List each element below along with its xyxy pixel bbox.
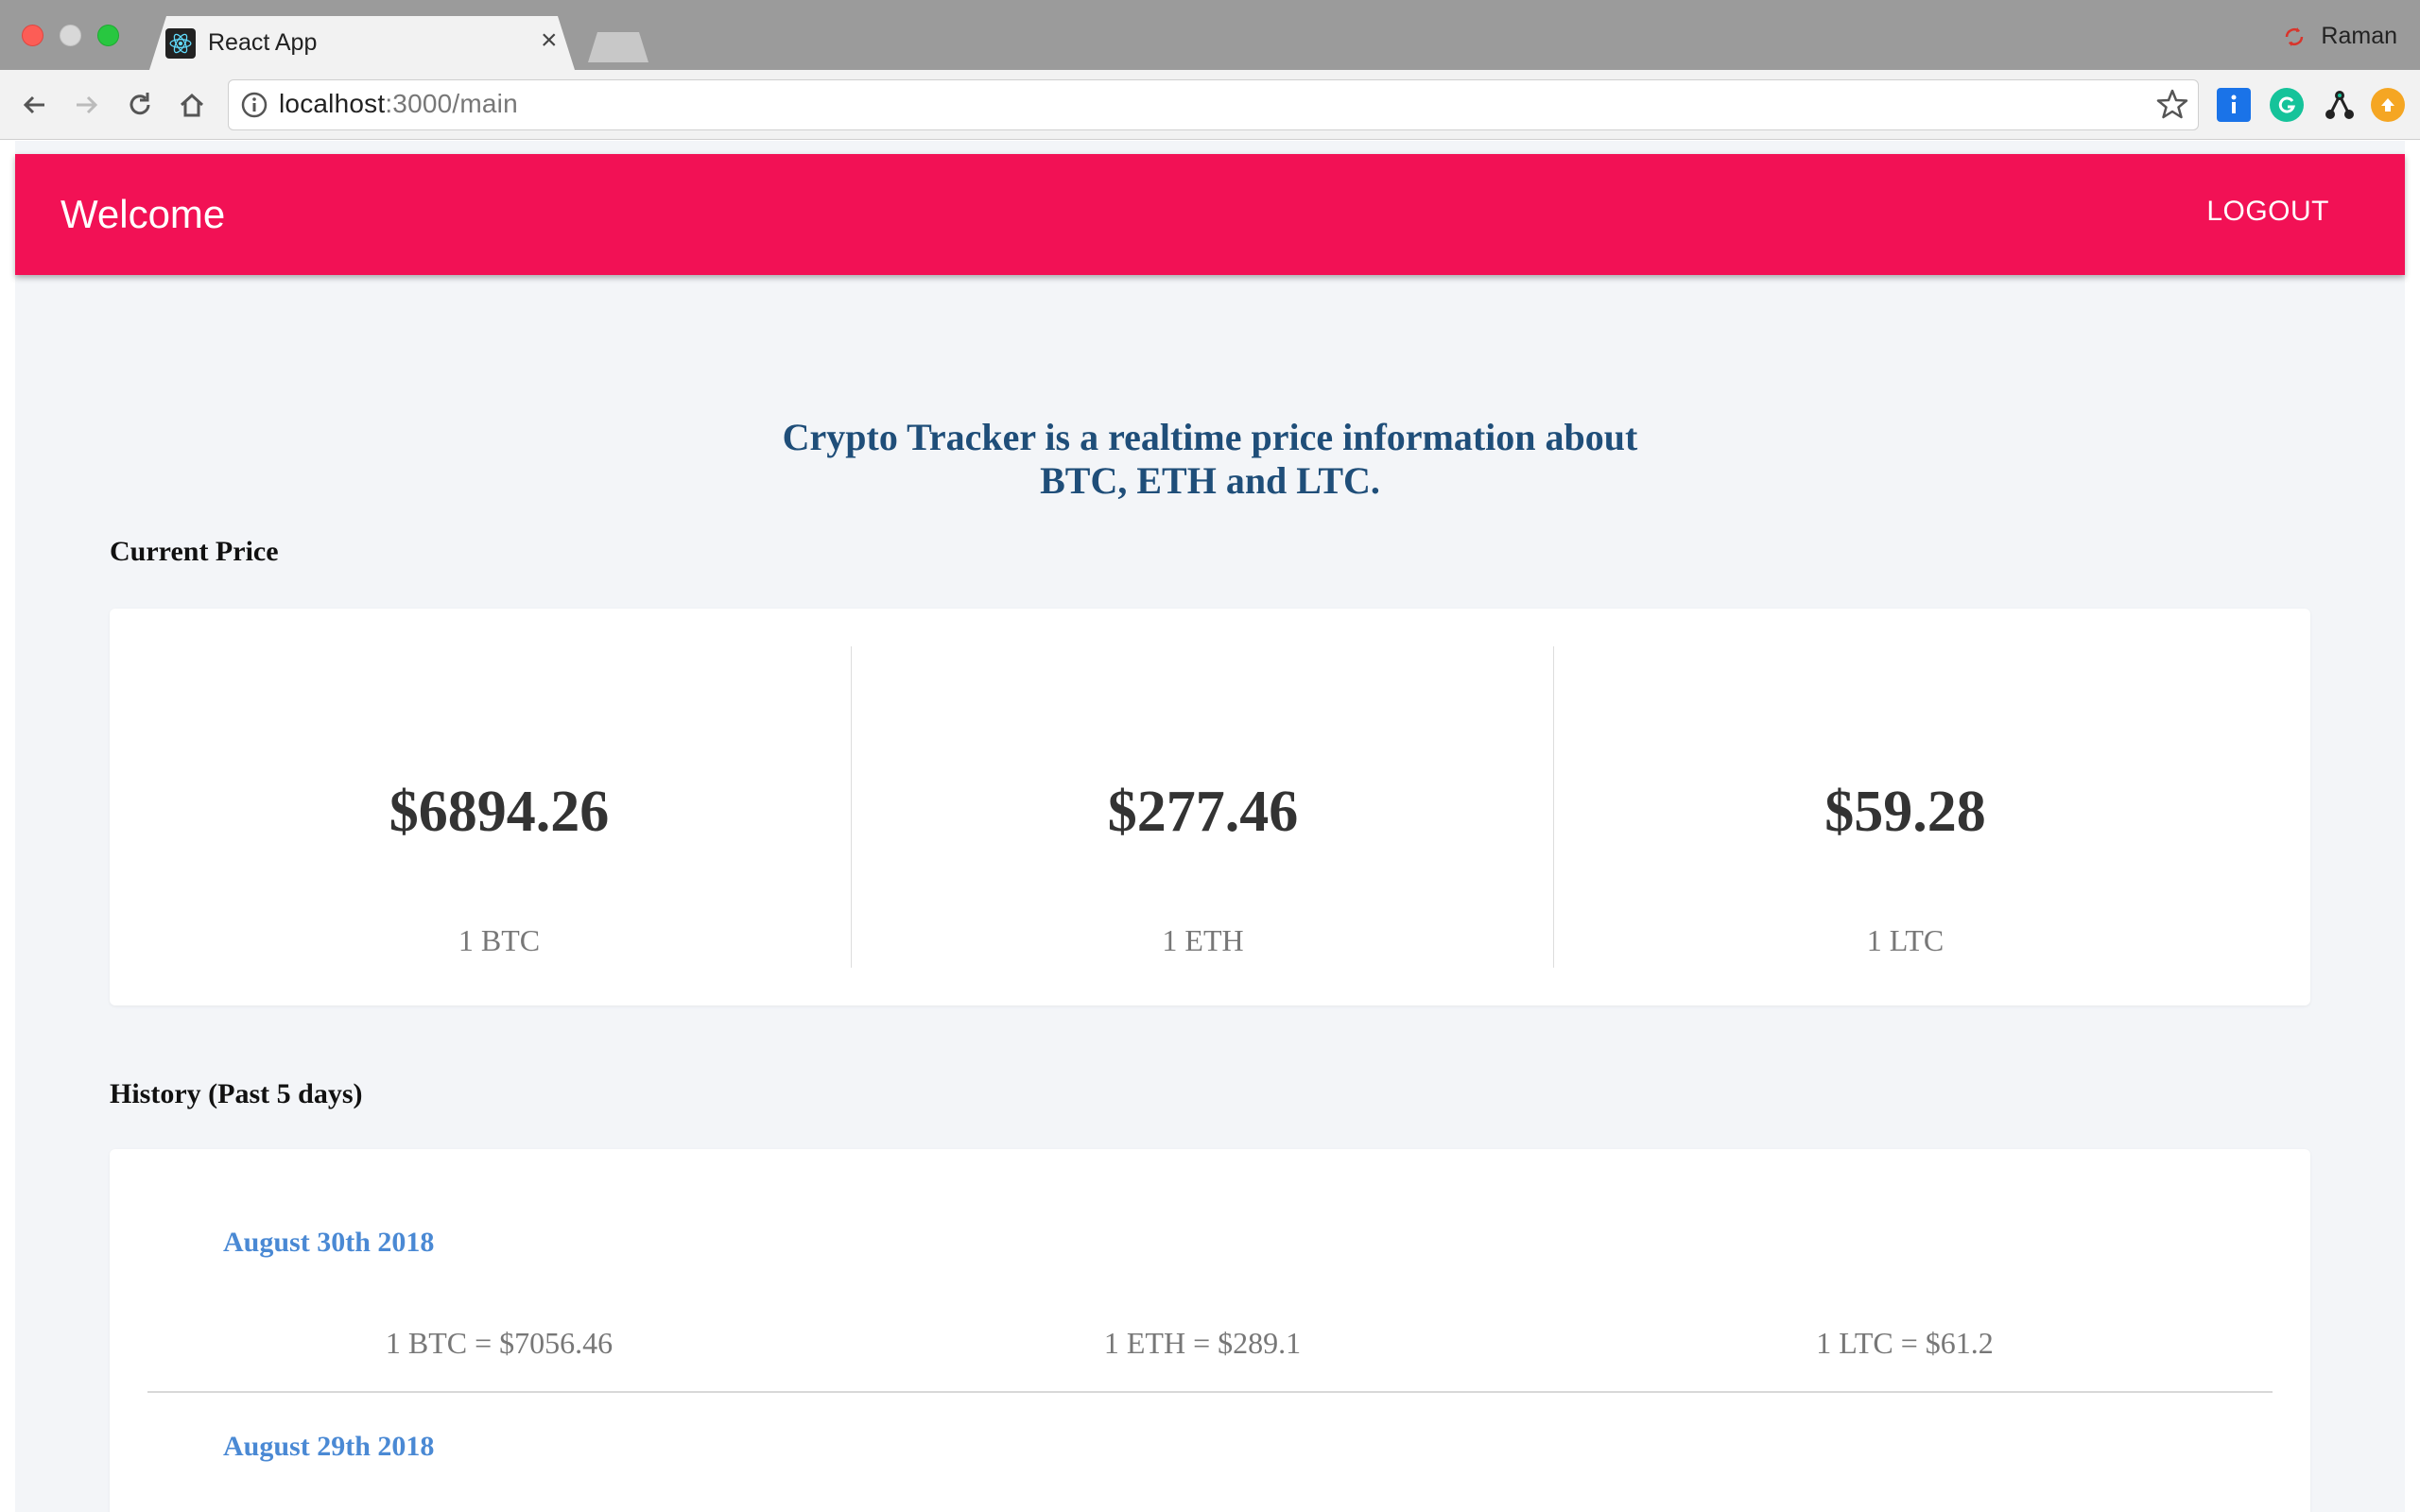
headline-line-2: BTC, ETH and LTC.	[1040, 459, 1380, 502]
reload-icon	[130, 93, 150, 115]
history-eth: 1 ETH = $289.1	[1103, 1326, 1302, 1360]
profile-name: Raman	[2321, 23, 2397, 49]
price-unit: 1 ETH	[1162, 923, 1244, 957]
app-title: Welcome	[60, 192, 226, 236]
price-value: $277.46	[1107, 780, 1299, 844]
zoom-window-button[interactable]	[97, 25, 119, 46]
history-date[interactable]: August 29th 2018	[223, 1431, 434, 1463]
history-date[interactable]: August 30th 2018	[223, 1227, 434, 1259]
history-divider	[147, 1391, 2273, 1393]
price-btc: $6894.26 1 BTC	[147, 646, 851, 968]
react-logo-icon	[165, 28, 196, 59]
grammarly-extension-icon[interactable]	[2270, 88, 2304, 122]
sync-error-icon	[2286, 26, 2304, 46]
history-btc: 1 BTC = $7056.46	[385, 1326, 614, 1360]
price-value: $6894.26	[389, 780, 610, 844]
forward-button[interactable]	[68, 86, 106, 124]
info-icon[interactable]	[240, 91, 268, 119]
bookmark-star-icon[interactable]	[2155, 87, 2189, 121]
close-window-button[interactable]	[22, 25, 43, 46]
back-arrow-icon	[23, 95, 44, 114]
reload-button[interactable]	[121, 86, 159, 124]
price-unit: 1 BTC	[458, 923, 541, 957]
tab-title: React App	[208, 29, 318, 56]
url-path: :3000/main	[385, 89, 518, 118]
home-button[interactable]	[173, 86, 211, 124]
back-button[interactable]	[15, 86, 53, 124]
current-price-label: Current Price	[110, 536, 279, 567]
page-headline: Crypto Tracker is a realtime price infor…	[0, 416, 2420, 503]
info-extension-icon[interactable]	[2217, 88, 2251, 122]
headline-line-1: Crypto Tracker is a realtime price infor…	[782, 416, 1638, 458]
home-icon	[180, 93, 204, 117]
history-card: August 30th 2018 1 BTC = $7056.46 1 ETH …	[110, 1149, 2310, 1512]
price-eth: $277.46 1 ETH	[851, 646, 1554, 968]
app-header: Welcome LOGOUT	[15, 154, 2405, 275]
url-text[interactable]: localhost:3000/main	[279, 89, 518, 119]
price-ltc: $59.28 1 LTC	[1553, 646, 2256, 968]
update-extension-icon[interactable]	[2371, 88, 2405, 122]
profile-menu[interactable]: Raman	[2281, 23, 2397, 50]
tab-close-icon[interactable]: ×	[541, 26, 558, 55]
address-bar[interactable]	[228, 79, 2199, 130]
url-host: localhost	[279, 89, 386, 118]
price-unit: 1 LTC	[1866, 923, 1945, 957]
history-ltc: 1 LTC = $61.2	[1816, 1326, 1994, 1360]
forward-arrow-icon	[77, 95, 98, 114]
network-extension-icon[interactable]	[2323, 88, 2357, 122]
price-value: $59.28	[1824, 780, 1986, 844]
current-price-card: $6894.26 1 BTC $277.46 1 ETH $59.28 1 LT…	[110, 609, 2310, 1005]
minimize-window-button[interactable]	[60, 25, 81, 46]
history-label: History (Past 5 days)	[110, 1078, 363, 1109]
logout-button[interactable]: LOGOUT	[2206, 196, 2329, 228]
new-tab-button[interactable]	[588, 32, 648, 62]
